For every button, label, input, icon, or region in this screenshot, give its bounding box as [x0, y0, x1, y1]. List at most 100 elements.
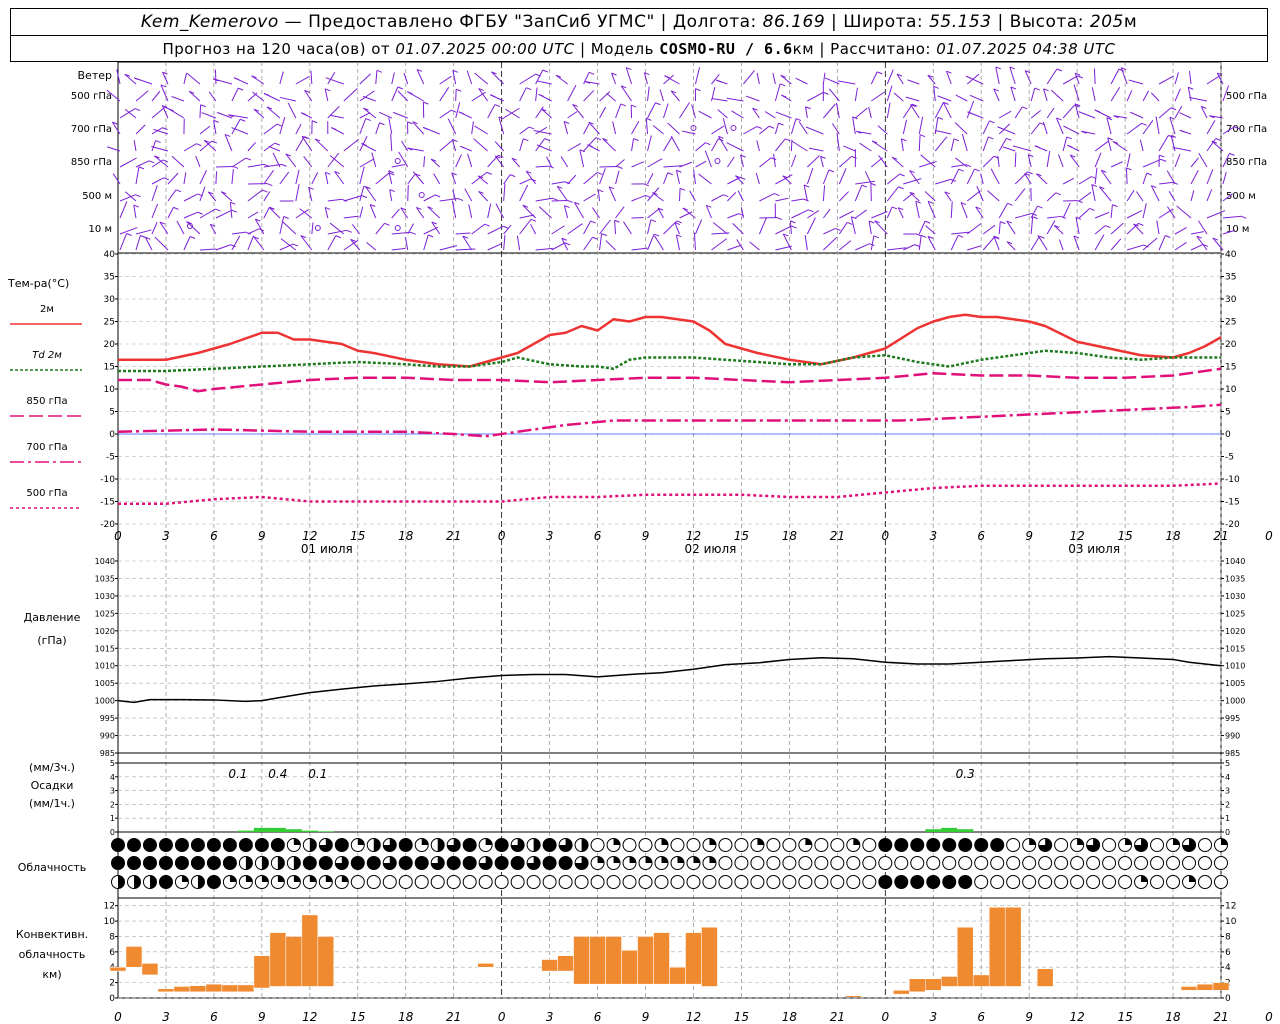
- wind-barb-flag: [614, 219, 620, 223]
- wind-barb: [773, 153, 776, 168]
- cloud-octa-fill: [229, 875, 237, 882]
- wind-barb: [955, 94, 968, 102]
- wind-barb: [567, 111, 578, 119]
- temp-ytick-right: -10: [1225, 475, 1240, 485]
- conv-bar: [221, 984, 239, 993]
- conv-bar: [125, 946, 143, 968]
- wind-barb: [855, 209, 867, 219]
- wind-barb-flag: [422, 126, 429, 130]
- wind-barb: [1094, 152, 1102, 168]
- wind-barb: [567, 174, 577, 185]
- hour-label: 9: [258, 529, 266, 543]
- temp-ytick-left: 20: [104, 340, 116, 350]
- wind-barb-flag: [1056, 68, 1063, 72]
- cloud-octa-circle: [926, 856, 941, 870]
- wind-barb: [1142, 120, 1154, 135]
- wind-barb-flag: [643, 183, 649, 187]
- wind-barb: [135, 124, 146, 135]
- wind-barb: [407, 184, 409, 202]
- pres-ytick-right: 1010: [1225, 662, 1245, 671]
- wind-barb: [1106, 117, 1112, 135]
- cloud-octa-circle: [462, 856, 477, 870]
- wind-barb: [455, 102, 461, 119]
- cloud-octa-circle: [270, 838, 285, 852]
- conv-bar: [605, 936, 622, 985]
- pressure-title: Давление: [24, 611, 81, 624]
- wind-barb-flag: [598, 189, 604, 193]
- cloud-octa-circle: [430, 875, 445, 889]
- hour-label-bottom: 9: [642, 1010, 650, 1024]
- wind-barb-flag: [937, 116, 944, 120]
- wind-barb: [1158, 208, 1174, 219]
- cloud-octa-circle: [654, 875, 669, 889]
- wind-barb: [503, 183, 506, 202]
- cloud-octa-circle: [206, 838, 221, 852]
- cloud-octa-circle: [446, 856, 461, 870]
- wind-barb: [693, 232, 696, 251]
- cloud-octa-fill: [613, 856, 621, 863]
- precip-bar: [285, 829, 302, 832]
- wind-barb-flag: [967, 111, 973, 115]
- pres-ytick-right: 1005: [1225, 679, 1245, 688]
- wind-level-label: 500 м: [82, 191, 112, 202]
- wind-barb: [579, 149, 585, 168]
- wind-barb: [1078, 176, 1092, 185]
- wind-barb: [199, 186, 206, 202]
- cloud-octa-circle: [958, 875, 973, 889]
- wind-barb-flag: [768, 125, 775, 129]
- pres-ytick-right: 990: [1225, 732, 1240, 741]
- wind-barb: [477, 175, 488, 185]
- conv-title-3: км): [42, 968, 61, 981]
- conv-bar: [269, 932, 287, 987]
- wind-barb: [647, 86, 650, 102]
- wind-barb-flag: [988, 136, 994, 140]
- wind-barb: [1110, 238, 1122, 251]
- wind-barb: [359, 186, 365, 202]
- cloud-octa-circle: [398, 838, 413, 852]
- precip-amount-label: 0.3: [956, 767, 975, 781]
- wind-barb: [397, 90, 409, 102]
- wind-barb: [759, 125, 770, 135]
- wind-barb: [439, 109, 452, 119]
- wind-barb: [231, 119, 241, 135]
- wind-barb: [471, 171, 488, 185]
- wind-barb: [151, 140, 157, 152]
- wind-barb: [1094, 167, 1098, 185]
- wind-barb: [208, 91, 217, 102]
- hour-label: 15: [1117, 529, 1132, 543]
- wind-calm-marker: [714, 158, 721, 164]
- wind-barb: [807, 91, 824, 102]
- wind-barb: [695, 160, 707, 168]
- cloud-octa-fill: [661, 856, 669, 863]
- wind-barb-flag: [523, 138, 529, 142]
- prec-ytick-right: 0: [1225, 828, 1230, 837]
- cloud-octa-circle: [1150, 856, 1165, 870]
- cloud-octa-circle: [158, 856, 173, 870]
- wind-barb: [852, 116, 856, 135]
- cloud-octa-circle: [1118, 875, 1133, 889]
- cloud-octa-fill: [293, 875, 301, 882]
- wind-barb: [1107, 137, 1112, 152]
- conv-bar: [589, 936, 606, 985]
- temp-ytick-left: -20: [100, 520, 115, 530]
- precip-bar: [269, 827, 286, 832]
- wind-barb: [119, 194, 136, 202]
- pres-ytick-right: 995: [1225, 714, 1240, 723]
- cloud-octa-circle: [862, 875, 877, 889]
- cloud-octa-circle: [846, 856, 861, 870]
- cloud-octa-circle: [414, 875, 429, 889]
- meteogram: Ветер 500 гПа 500 гПа 700 гПа 700 гПа 850 гПа…: [7, 61, 1273, 1024]
- wind-barb-flag: [211, 140, 218, 144]
- wind-barb: [612, 121, 617, 135]
- temp-legend-label: 700 гПа: [26, 442, 67, 453]
- wind-barb-flag: [1165, 235, 1171, 238]
- pres-ytick-left: 985: [100, 749, 115, 758]
- wind-barb-flag: [828, 169, 835, 173]
- wind-barb: [1142, 203, 1147, 219]
- wind-barb: [726, 142, 744, 152]
- wind-barb: [1094, 234, 1105, 251]
- wind-barb: [1014, 106, 1023, 119]
- cloud-octa-circle: [1118, 856, 1133, 870]
- wind-barb: [614, 220, 617, 235]
- wind-barb: [1169, 117, 1176, 135]
